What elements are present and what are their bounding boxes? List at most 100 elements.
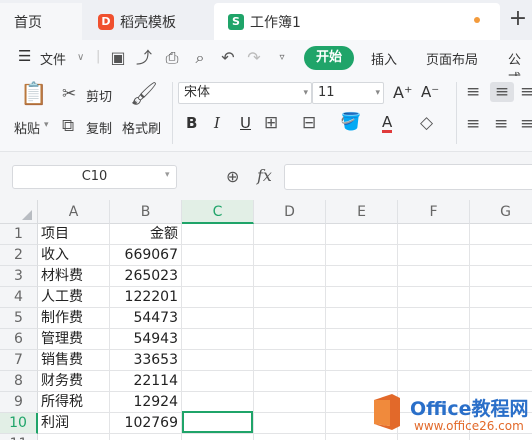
format-painter-icon[interactable]: 🖌 — [130, 82, 158, 107]
cell-empty[interactable] — [182, 245, 254, 266]
cell-empty[interactable] — [326, 329, 398, 350]
row-header[interactable]: 11 — [0, 434, 38, 440]
cell-item[interactable]: 人工费 — [38, 287, 110, 308]
quick-access-dropdown-icon[interactable]: ▿ — [272, 48, 292, 68]
export-icon[interactable]: ⤴ — [134, 48, 154, 68]
fill-color-icon[interactable]: 🪣 — [340, 112, 361, 132]
cell-empty[interactable] — [398, 224, 470, 245]
cell-empty[interactable] — [254, 266, 326, 287]
cell-empty[interactable] — [398, 266, 470, 287]
cut-icon[interactable]: ✂ — [62, 84, 76, 104]
row-header[interactable]: 1 — [0, 224, 38, 245]
cell-empty[interactable] — [398, 350, 470, 371]
cell-style-icon[interactable]: ⊟ — [302, 113, 316, 133]
cell-amount[interactable]: 金额 — [110, 224, 182, 245]
copy-label[interactable]: 复制 — [86, 118, 112, 137]
borders-icon[interactable]: ⊞ — [264, 113, 278, 133]
cell-empty[interactable] — [470, 245, 532, 266]
column-header[interactable]: B — [110, 200, 182, 224]
row-header[interactable]: 4 — [0, 287, 38, 308]
row-header[interactable]: 9 — [0, 392, 38, 413]
cell-empty[interactable] — [254, 245, 326, 266]
grow-font-icon[interactable]: A⁺ — [393, 83, 412, 102]
cell-amount[interactable]: 265023 — [110, 266, 182, 287]
cell-item[interactable]: 销售费 — [38, 350, 110, 371]
print-icon[interactable]: ⎙ — [162, 48, 182, 68]
print-preview-icon[interactable]: ⌕ — [190, 48, 210, 68]
format-painter-label[interactable]: 格式刷 — [122, 118, 161, 137]
row-header[interactable]: 10 — [0, 413, 38, 434]
save-icon[interactable]: ▣ — [108, 48, 128, 68]
tab-template[interactable]: D 稻壳模板 — [84, 3, 212, 40]
chevron-down-icon[interactable]: ▾ — [165, 170, 170, 180]
tab-home[interactable]: 首页 — [0, 3, 82, 40]
cell-empty[interactable] — [182, 350, 254, 371]
column-header[interactable]: F — [398, 200, 470, 224]
cell-amount[interactable]: 54473 — [110, 308, 182, 329]
cell-empty[interactable] — [182, 287, 254, 308]
selected-cell-c10[interactable] — [182, 411, 253, 433]
cell-empty[interactable] — [398, 287, 470, 308]
paste-icon[interactable]: 📋 — [20, 82, 47, 107]
cell-amount[interactable]: 669067 — [110, 245, 182, 266]
cell-item[interactable]: 财务费 — [38, 371, 110, 392]
align-right-icon[interactable]: ≡ — [520, 114, 532, 134]
cell-empty[interactable] — [398, 329, 470, 350]
menu-insert[interactable]: 插入 — [371, 49, 397, 68]
align-middle-icon[interactable]: ≡ — [490, 82, 514, 102]
cell-amount[interactable]: 54943 — [110, 329, 182, 350]
cell-empty[interactable] — [254, 392, 326, 413]
name-box[interactable]: C10 — [12, 165, 177, 189]
cell-item[interactable]: 收入 — [38, 245, 110, 266]
menu-page-layout[interactable]: 页面布局 — [426, 49, 478, 68]
cut-label[interactable]: 剪切 — [86, 86, 112, 105]
italic-button[interactable]: I — [214, 114, 220, 132]
column-header[interactable]: G — [470, 200, 532, 224]
cell-empty[interactable] — [254, 413, 326, 434]
cell-empty[interactable] — [182, 266, 254, 287]
new-tab-button[interactable]: + — [504, 6, 532, 34]
cell-amount[interactable] — [110, 434, 182, 440]
tab-workbook[interactable]: S 工作簿1 — [214, 3, 500, 40]
row-header[interactable]: 3 — [0, 266, 38, 287]
tab-start[interactable]: 开始 — [304, 46, 354, 70]
cell-empty[interactable] — [182, 329, 254, 350]
cell-empty[interactable] — [470, 350, 532, 371]
cell-empty[interactable] — [326, 287, 398, 308]
paste-label[interactable]: 粘贴 — [14, 118, 40, 137]
cell-item[interactable]: 项目 — [38, 224, 110, 245]
font-name-select[interactable]: 宋体 ▾ — [178, 82, 312, 104]
align-top-icon[interactable]: ≡ — [466, 82, 480, 102]
cell-amount[interactable]: 102769 — [110, 413, 182, 434]
cell-item[interactable]: 制作费 — [38, 308, 110, 329]
clear-format-icon[interactable]: ◇ — [420, 113, 433, 133]
cell-empty[interactable] — [254, 287, 326, 308]
column-header-active[interactable]: C — [182, 200, 254, 224]
cell-empty[interactable] — [326, 350, 398, 371]
hamburger-icon[interactable]: ☰ — [18, 47, 31, 65]
cell-amount[interactable]: 122201 — [110, 287, 182, 308]
cell-empty[interactable] — [254, 224, 326, 245]
formula-input[interactable] — [284, 164, 532, 190]
align-center-icon[interactable]: ≡ — [494, 114, 508, 134]
menu-file[interactable]: 文件 — [40, 49, 66, 68]
underline-button[interactable]: U — [240, 114, 251, 132]
cell-empty[interactable] — [326, 308, 398, 329]
cell-empty[interactable] — [182, 308, 254, 329]
row-header[interactable]: 6 — [0, 329, 38, 350]
cell-empty[interactable] — [182, 392, 254, 413]
shrink-font-icon[interactable]: A⁻ — [421, 83, 439, 101]
column-header[interactable]: A — [38, 200, 110, 224]
cell-empty[interactable] — [254, 371, 326, 392]
align-bottom-icon[interactable]: ≡ — [520, 82, 532, 102]
cell-empty[interactable] — [470, 308, 532, 329]
cell-amount[interactable]: 12924 — [110, 392, 182, 413]
cell-empty[interactable] — [254, 434, 326, 440]
row-header[interactable]: 8 — [0, 371, 38, 392]
file-dropdown-icon[interactable]: ∨ — [77, 52, 84, 63]
function-icon[interactable]: fx — [257, 166, 272, 185]
cell-empty[interactable] — [254, 329, 326, 350]
cell-item[interactable]: 利润 — [38, 413, 110, 434]
row-header[interactable]: 2 — [0, 245, 38, 266]
paste-dropdown-icon[interactable]: ▾ — [44, 120, 49, 130]
